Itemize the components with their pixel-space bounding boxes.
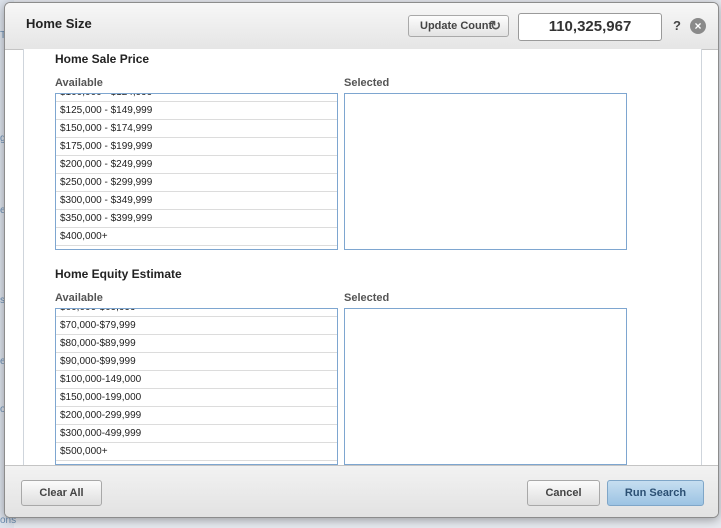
list-item[interactable]: $150,000 - $174,999 bbox=[56, 120, 337, 138]
list-item[interactable]: $125,000 - $149,999 bbox=[56, 102, 337, 120]
close-icon[interactable]: × bbox=[690, 18, 706, 34]
list-item[interactable]: $500,000+ bbox=[56, 443, 337, 461]
dialog-footer: Clear All Cancel Run Search bbox=[5, 465, 718, 517]
list-item[interactable]: $300,000 - $349,999 bbox=[56, 192, 337, 210]
section-title-home-sale-price: Home Sale Price bbox=[55, 52, 150, 66]
list-item[interactable]: $150,000-199,000 bbox=[56, 389, 337, 407]
selected-list-home-equity[interactable] bbox=[344, 308, 627, 465]
count-display: 110,325,967 bbox=[518, 13, 662, 41]
refresh-icon: ↻ bbox=[490, 18, 501, 33]
list-item[interactable]: $100,000 - $124,999 bbox=[56, 94, 337, 102]
available-label: Available bbox=[55, 77, 103, 89]
section-title-home-equity-estimate: Home Equity Estimate bbox=[55, 267, 182, 281]
available-label: Available bbox=[55, 292, 103, 304]
home-size-dialog: Home Size Update Count ↻ 110,325,967 ? ×… bbox=[4, 2, 719, 518]
help-icon[interactable]: ? bbox=[673, 18, 681, 33]
run-search-button[interactable]: Run Search bbox=[607, 480, 704, 506]
cancel-button[interactable]: Cancel bbox=[527, 480, 600, 506]
list-item[interactable]: $350,000 - $399,999 bbox=[56, 210, 337, 228]
list-item[interactable]: $80,000-$89,999 bbox=[56, 335, 337, 353]
list-item[interactable]: $250,000 - $299,999 bbox=[56, 174, 337, 192]
list-item[interactable]: $300,000-499,999 bbox=[56, 425, 337, 443]
selected-list-home-sale-price[interactable] bbox=[344, 93, 627, 250]
available-list-home-sale-price[interactable]: $100,000 - $124,999$125,000 - $149,999$1… bbox=[55, 93, 338, 250]
list-item[interactable]: $175,000 - $199,999 bbox=[56, 138, 337, 156]
list-item[interactable]: $400,000+ bbox=[56, 228, 337, 246]
dialog-content: Home Sale Price Available Selected $100,… bbox=[23, 49, 702, 465]
update-count-button[interactable]: Update Count ↻ bbox=[408, 15, 509, 37]
selected-label: Selected bbox=[344, 292, 390, 304]
list-item[interactable]: $200,000 - $249,999 bbox=[56, 156, 337, 174]
dialog-titlebar: Home Size Update Count ↻ 110,325,967 ? × bbox=[5, 3, 718, 50]
selected-label: Selected bbox=[344, 77, 390, 89]
available-list-home-equity[interactable]: $60,000-$69,999$70,000-$79,999$80,000-$8… bbox=[55, 308, 338, 465]
list-item[interactable]: $100,000-149,000 bbox=[56, 371, 337, 389]
clear-all-button[interactable]: Clear All bbox=[21, 480, 102, 506]
update-count-label: Update Count bbox=[420, 20, 493, 32]
dialog-title: Home Size bbox=[26, 16, 92, 31]
list-item[interactable]: $70,000-$79,999 bbox=[56, 317, 337, 335]
list-item[interactable]: $90,000-$99,999 bbox=[56, 353, 337, 371]
list-item[interactable]: $200,000-299,999 bbox=[56, 407, 337, 425]
list-item[interactable]: $60,000-$69,999 bbox=[56, 309, 337, 317]
